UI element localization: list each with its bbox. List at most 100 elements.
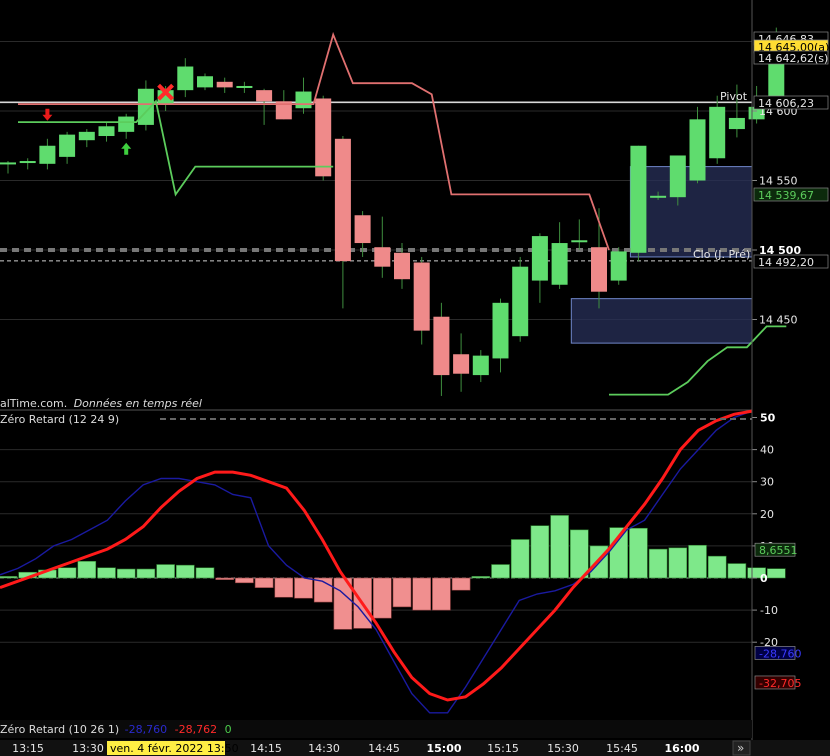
macd-axis-label: 50 <box>760 412 776 425</box>
time-axis-label: 15:00 <box>426 742 461 755</box>
histogram-bar <box>195 567 215 579</box>
macd-axis-label: 40 <box>760 444 774 457</box>
candle-body <box>630 145 647 253</box>
histogram-bar <box>0 576 18 579</box>
histogram-bar <box>629 527 648 579</box>
candle-body <box>689 119 706 181</box>
macd-axis-label: -10 <box>760 604 778 617</box>
macd-axis-label: 0 <box>760 572 768 585</box>
candle-body <box>374 247 391 267</box>
macd-badge-text: -28,760 <box>759 647 801 660</box>
histogram-bar <box>432 577 451 611</box>
price-axis-label: 14 550 <box>759 175 798 188</box>
histogram-bar <box>766 568 786 579</box>
time-axis-label: 13:15 <box>12 742 44 755</box>
price-badge-text: 14 539,67 <box>758 189 814 202</box>
candle-body <box>216 81 233 88</box>
histogram-bar <box>294 577 313 599</box>
price-badge-text: 14 642,62(s) <box>758 52 828 65</box>
chart-root: 14 60014 55014 50014 45014 646,8314 645,… <box>0 0 830 756</box>
histogram-bar <box>274 577 294 598</box>
macd-title[interactable]: Zéro Retard (12 24 9) <box>0 413 119 426</box>
candle-body <box>610 251 627 281</box>
histogram-bar <box>136 568 156 579</box>
candle-body <box>315 98 332 177</box>
scroll-right-icon[interactable]: » <box>737 741 744 755</box>
histogram-bar <box>412 577 432 611</box>
candle-body <box>433 316 450 376</box>
histogram-bar <box>530 525 550 579</box>
time-axis-label: 14:15 <box>250 742 282 755</box>
time-axis-label: 15:45 <box>606 742 638 755</box>
candle-body <box>531 236 548 281</box>
histogram-bar <box>550 515 569 579</box>
candle-body <box>334 138 351 262</box>
candle-body <box>98 126 115 137</box>
candle-body <box>709 106 726 159</box>
close-prev-label: Clo (J. Pré) <box>693 248 750 261</box>
candle-body <box>492 302 509 359</box>
histogram-bar <box>510 539 530 579</box>
candle-body <box>256 90 273 102</box>
candle-body <box>571 240 588 243</box>
histogram-bar <box>727 563 747 579</box>
histogram-bar <box>156 564 175 579</box>
histogram-bar <box>116 568 136 579</box>
cursor-date-label: ven. 4 févr. 2022 13:50 <box>110 742 239 755</box>
histogram-bar <box>668 547 688 579</box>
time-axis-label: 14:45 <box>368 742 400 755</box>
histogram-bar <box>648 548 668 579</box>
candle-body <box>0 162 16 165</box>
histogram-bar <box>254 577 274 588</box>
candle-body <box>413 262 430 331</box>
candle-body <box>295 91 312 109</box>
macd-badge-text: -32,705 <box>759 677 801 690</box>
histogram-bar <box>688 544 707 579</box>
histogram-bar <box>97 567 116 579</box>
time-axis-label: 16:00 <box>664 742 699 755</box>
histogram-bar <box>392 577 412 608</box>
price-zone <box>570 298 753 344</box>
candle-body <box>59 134 76 157</box>
candle-body <box>591 247 607 292</box>
candle-body <box>78 131 95 141</box>
histogram-bar <box>569 529 589 579</box>
histogram-bar <box>372 577 392 619</box>
candle-body <box>118 116 135 132</box>
candle-body <box>551 243 568 285</box>
data-source-label: alTime.com. Données en temps réel <box>0 397 202 410</box>
candle-body <box>394 252 410 280</box>
time-axis-label: 13:30 <box>72 742 104 755</box>
time-axis-label: 15:15 <box>487 742 519 755</box>
histogram-bar <box>235 577 254 584</box>
macd-axis-label: 30 <box>760 476 774 489</box>
candle-body <box>19 161 36 164</box>
macd-legend[interactable]: Zéro Retard (10 26 1) -28,760 -28,762 0 <box>0 723 232 736</box>
candle-body <box>728 117 745 130</box>
histogram-bar <box>215 577 234 580</box>
histogram-bar <box>176 564 195 579</box>
macd-badge-text: 8,6551 <box>759 544 798 557</box>
pivot-label: Pivot <box>720 90 748 103</box>
candle-body <box>472 355 489 376</box>
candle-body <box>650 195 667 198</box>
time-axis-label: 14:30 <box>308 742 340 755</box>
candle-body <box>197 76 213 88</box>
time-axis-label: 15:30 <box>547 742 579 755</box>
histogram-bar <box>471 576 491 579</box>
candle-body <box>512 266 529 337</box>
histogram-bar <box>491 564 510 579</box>
price-badge-text: 14 492,20 <box>758 256 814 269</box>
price-axis-label: 14 450 <box>759 314 798 327</box>
histogram-bar <box>57 567 77 579</box>
candle-body <box>453 354 470 374</box>
histogram-bar <box>707 555 727 579</box>
price-badge-text: 14 606,23 <box>758 97 814 110</box>
candle-body <box>236 85 253 88</box>
candle-body <box>39 145 56 164</box>
histogram-bar <box>77 561 97 579</box>
candle-body <box>669 155 686 198</box>
candle-body <box>177 66 194 91</box>
candle-body <box>354 215 371 244</box>
histogram-bar <box>451 577 471 591</box>
